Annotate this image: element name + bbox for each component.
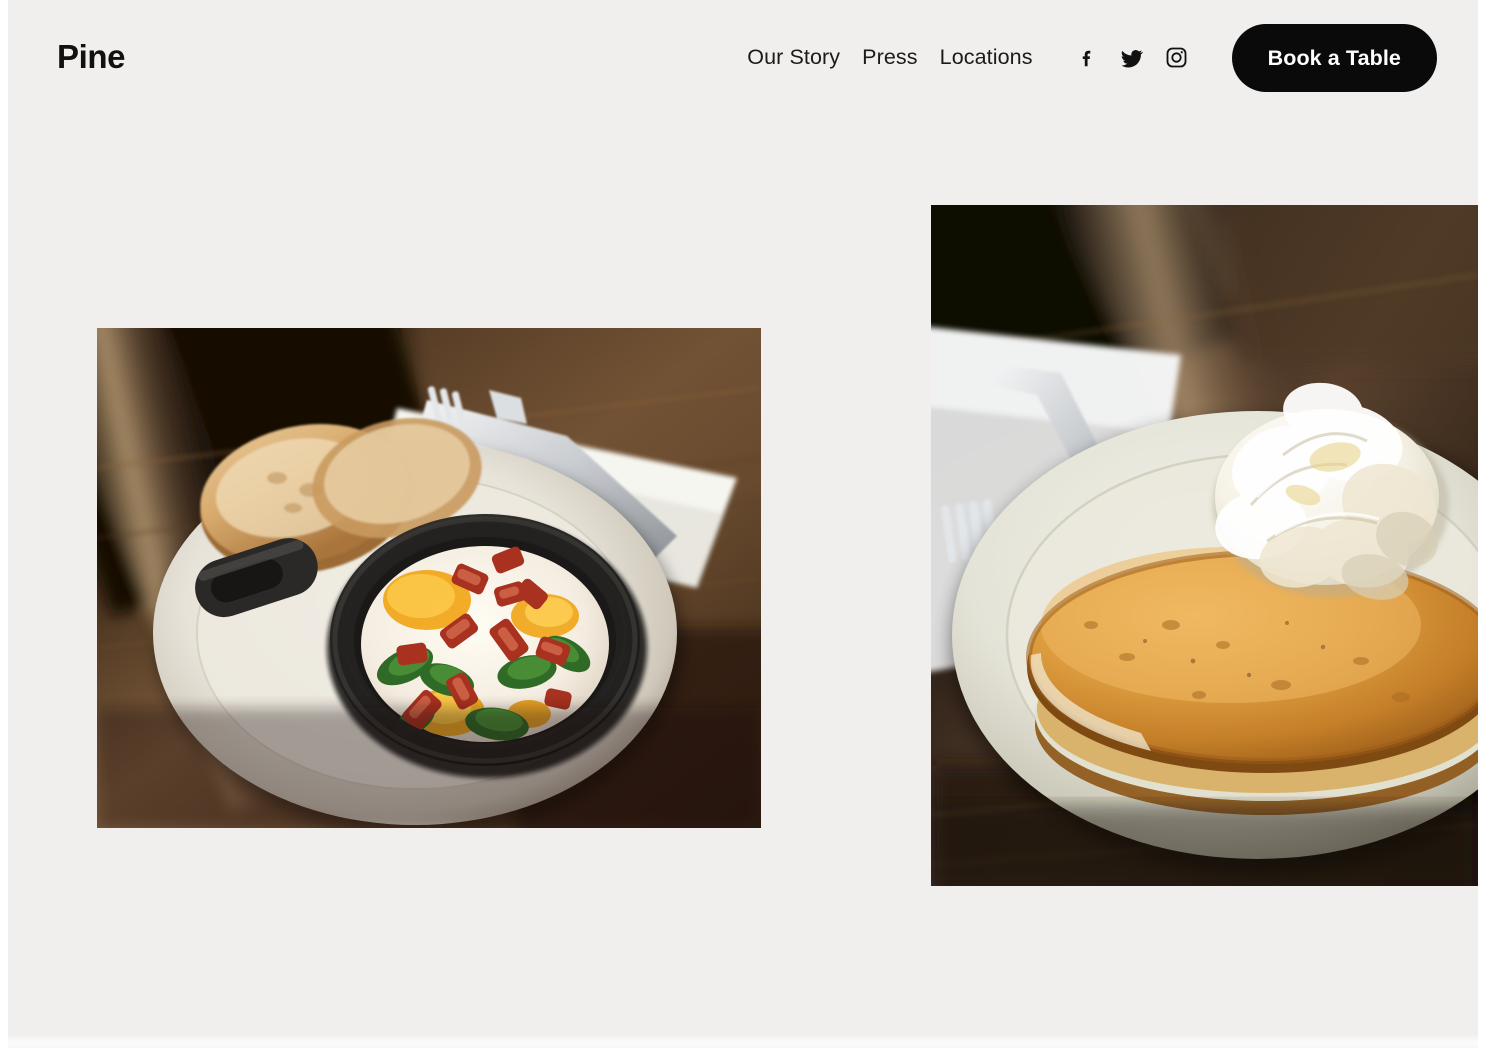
primary-navigation: Our Story Press Locations [747,45,1032,70]
photo-skillet-eggs[interactable] [97,328,761,828]
instagram-icon[interactable] [1165,46,1189,70]
photo-pancakes[interactable] [931,205,1478,886]
photo-gallery [8,115,1478,1048]
nav-item-locations[interactable]: Locations [940,45,1033,70]
page-canvas: Pine Our Story Press Locations Book a Ta… [8,0,1478,1048]
twitter-icon[interactable] [1120,46,1144,70]
social-links [1075,46,1189,70]
site-header: Pine Our Story Press Locations Book a Ta… [8,0,1478,115]
photo-skillet-eggs-image [97,328,761,828]
book-a-table-button[interactable]: Book a Table [1231,23,1437,92]
nav-item-press[interactable]: Press [862,45,917,70]
photo-pancakes-image [931,205,1478,886]
header-nav-cluster: Our Story Press Locations Book a Table [747,23,1437,92]
facebook-icon[interactable] [1075,46,1099,70]
nav-item-our-story[interactable]: Our Story [747,45,840,70]
site-logo[interactable]: Pine [57,40,125,73]
